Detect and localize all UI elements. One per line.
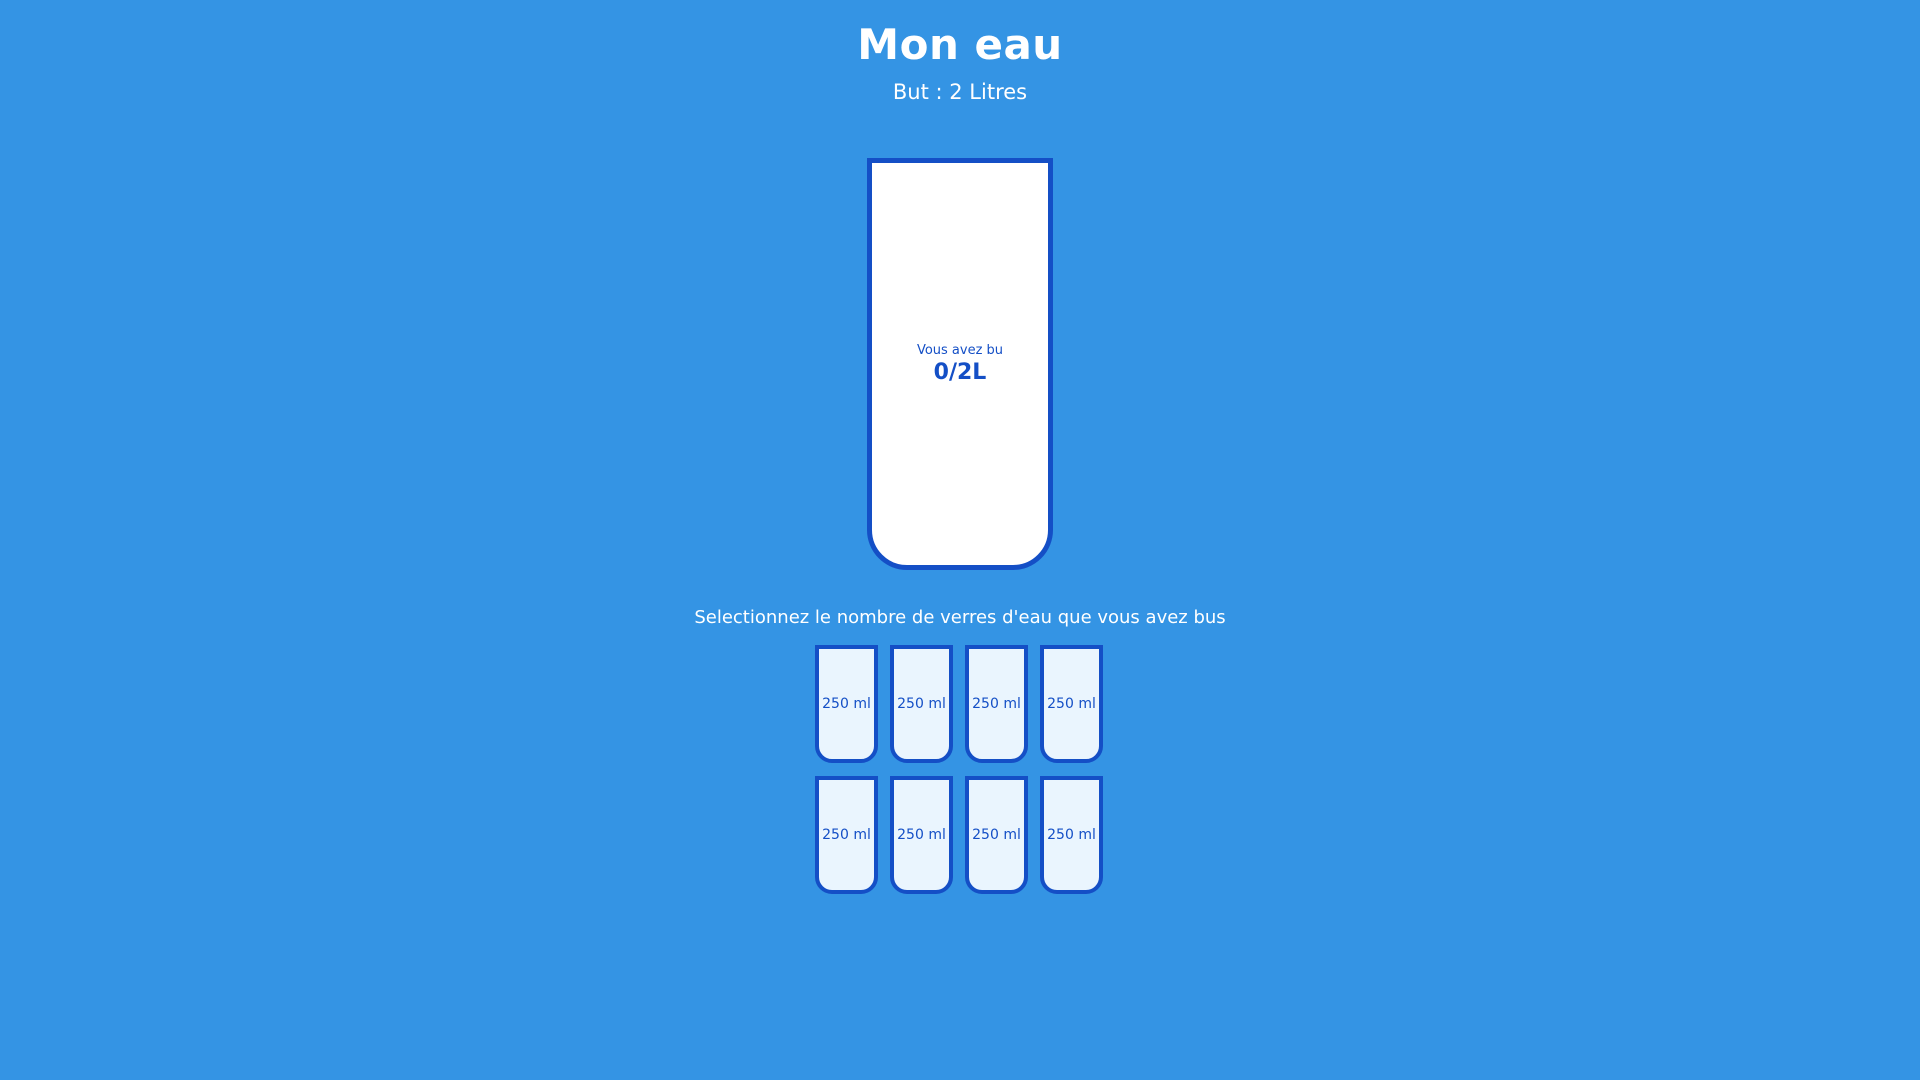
small-cup-label: 250 ml	[822, 827, 871, 843]
page-title: Mon eau	[857, 20, 1063, 69]
drank-amount: 0/2L	[933, 360, 987, 385]
small-cup[interactable]: 250 ml	[890, 645, 953, 763]
small-cup[interactable]: 250 ml	[1040, 776, 1103, 894]
small-cup-label: 250 ml	[1047, 696, 1096, 712]
small-cup-label: 250 ml	[897, 827, 946, 843]
big-cup: Vous avez bu 0/2L	[867, 158, 1053, 570]
goal-text: But : 2 Litres	[892, 80, 1028, 104]
small-cup[interactable]: 250 ml	[815, 776, 878, 894]
instruction-text: Selectionnez le nombre de verres d'eau q…	[694, 607, 1226, 628]
small-cup[interactable]: 250 ml	[815, 645, 878, 763]
remained-area: Vous avez bu 0/2L	[872, 163, 1048, 565]
cups-grid: 250 ml 250 ml 250 ml 250 ml 250 ml 250 m…	[815, 645, 1105, 894]
small-cup-label: 250 ml	[1047, 827, 1096, 843]
small-cup-label: 250 ml	[972, 696, 1021, 712]
small-cup[interactable]: 250 ml	[890, 776, 953, 894]
small-cup[interactable]: 250 ml	[965, 645, 1028, 763]
small-cup-label: 250 ml	[822, 696, 871, 712]
small-cup[interactable]: 250 ml	[965, 776, 1028, 894]
small-cup-label: 250 ml	[972, 827, 1021, 843]
drank-label: Vous avez bu	[916, 343, 1004, 358]
small-cup-label: 250 ml	[897, 696, 946, 712]
small-cup[interactable]: 250 ml	[1040, 645, 1103, 763]
